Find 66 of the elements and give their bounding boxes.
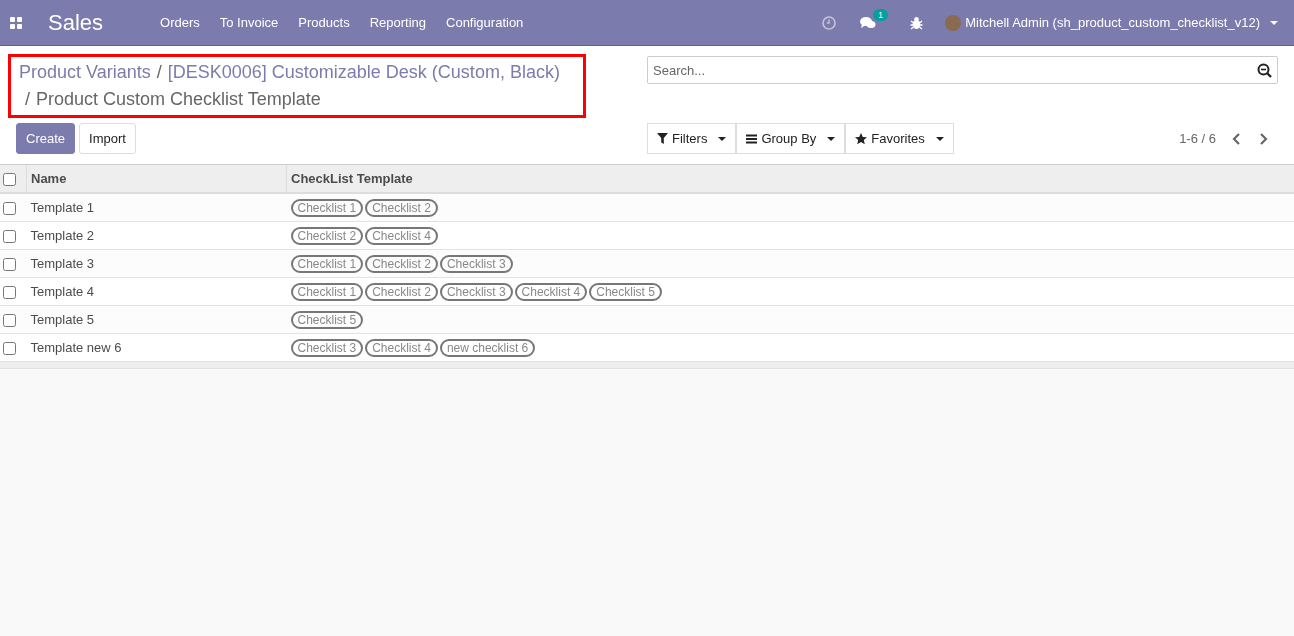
funnel-icon — [657, 133, 668, 144]
create-button[interactable]: Create — [16, 123, 76, 154]
breadcrumb-current: Product Custom Checklist Template — [36, 89, 321, 109]
previous-icon[interactable] — [1232, 132, 1242, 145]
select-all-checkbox[interactable] — [3, 173, 16, 187]
tag-pill: Checklist 1 — [290, 198, 364, 217]
table-cell: Template 1 — [30, 200, 95, 215]
next-icon[interactable] — [1258, 132, 1268, 145]
breadcrumb-link[interactable]: Product Variants — [19, 62, 151, 82]
tag-pill: Checklist 2 — [365, 254, 438, 273]
caret-icon — [718, 136, 727, 141]
tag-pill: Checklist 2 — [365, 282, 438, 301]
menu-item[interactable]: Configuration — [436, 15, 534, 30]
row-checkbox[interactable] — [3, 286, 16, 300]
breadcrumb-separator: / — [25, 89, 30, 109]
search-field[interactable]: Search... — [647, 56, 1278, 84]
breadcrumb-separator: / — [156, 62, 162, 82]
menu-item[interactable]: To Invoice — [209, 15, 289, 30]
caret-icon — [935, 136, 944, 141]
group-by-dropdown[interactable]: Group By — [736, 123, 846, 154]
import-button[interactable]: Import — [79, 123, 136, 154]
avatar-circle — [945, 14, 962, 31]
tag-pill: new checklist 6 — [439, 338, 536, 357]
column-header[interactable]: CheckList Template — [291, 171, 413, 186]
row-checkbox[interactable] — [3, 230, 16, 244]
notification-badge: 1 — [873, 8, 889, 21]
menu-item[interactable]: Reporting — [359, 15, 436, 30]
search-icon[interactable] — [1257, 63, 1272, 78]
tag-pill: Checklist 1 — [290, 282, 364, 301]
table-cell: Template 2 — [30, 228, 95, 243]
menu-item[interactable]: Orders — [150, 15, 210, 30]
user-menu[interactable]: Mitchell Admin (sh_product_custom_checklist_v12) — [945, 14, 1278, 31]
apps-grid-icon[interactable] — [10, 16, 22, 29]
table-cell: Template 5 — [30, 312, 95, 327]
clock-icon[interactable] — [822, 15, 837, 30]
favorites-dropdown[interactable]: Favorites — [845, 123, 954, 154]
table-cell: Template 3 — [30, 256, 95, 271]
tag-pill: Checklist 5 — [290, 310, 364, 329]
caret-icon — [827, 136, 836, 141]
tag-pill: Checklist 3 — [290, 338, 364, 357]
filters-dropdown[interactable]: Filters — [647, 123, 737, 154]
tag-pill: Checklist 2 — [365, 198, 438, 217]
table-cell: Template new 6 — [30, 340, 122, 355]
app-title: Sales — [48, 9, 104, 36]
row-checkbox[interactable] — [3, 342, 16, 356]
breadcrumb-link[interactable]: [DESK0006] Customizable Desk (Custom, Black) — [167, 62, 560, 82]
tag-pill: Checklist 4 — [514, 282, 588, 301]
caret-icon — [1270, 20, 1278, 25]
bug-icon[interactable] — [910, 15, 924, 30]
tag-pill: Checklist 5 — [589, 282, 662, 301]
menu-item[interactable]: Products — [288, 15, 360, 30]
tag-pill: Checklist 2 — [290, 226, 364, 245]
tag-pill: Checklist 3 — [439, 282, 513, 301]
tag-pill: Checklist 4 — [365, 226, 438, 245]
row-checkbox[interactable] — [3, 258, 16, 272]
row-checkbox[interactable] — [3, 314, 16, 328]
star-icon — [855, 132, 868, 145]
tag-pill: Checklist 3 — [439, 254, 513, 273]
list-icon — [746, 133, 758, 144]
column-header[interactable]: Name — [31, 171, 67, 186]
tag-pill: Checklist 1 — [290, 254, 364, 273]
row-checkbox[interactable] — [3, 202, 16, 216]
tag-pill: Checklist 4 — [365, 338, 438, 357]
chat-bubbles-icon[interactable] — [860, 15, 877, 30]
table-cell: Template 4 — [30, 284, 95, 299]
pager-value: 1-6 / 6 — [1179, 131, 1216, 146]
